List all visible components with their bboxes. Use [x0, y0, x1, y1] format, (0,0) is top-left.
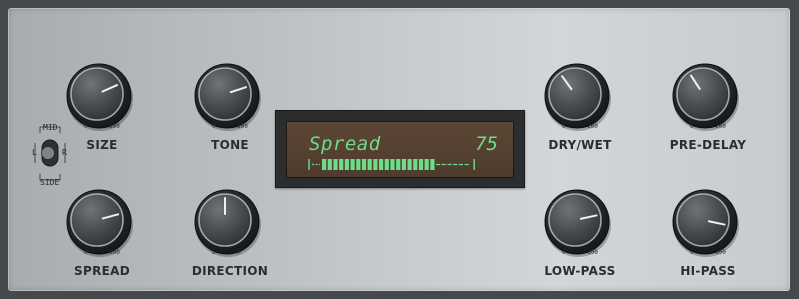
low-pass-scale-max: 100: [587, 249, 598, 256]
low-pass-scale-min: 0: [562, 249, 566, 256]
low-pass-knob[interactable]: 0 100 LOW-PASS: [540, 185, 620, 285]
pre-delay-label: PRE-DELAY: [669, 138, 747, 152]
lcd-parameter-value: 75: [475, 133, 498, 155]
pre-delay-knob[interactable]: 0 100 PRE-DELAY: [668, 59, 748, 159]
direction-scale-min: L: [212, 249, 216, 256]
size-scale-max: 100: [109, 123, 120, 130]
plugin-panel: 0 100 SIZE 0 100 TONE 0 100 SPREAD LR DIREC…: [8, 8, 790, 291]
left-label: L: [32, 148, 37, 157]
low-pass-label: LOW-PASS: [544, 264, 616, 278]
mid-side-switch[interactable]: MID SIDE L R: [32, 123, 68, 187]
size-knob[interactable]: 0 100 SIZE: [62, 59, 142, 159]
spread-scale-min: 0: [84, 249, 88, 256]
direction-knob[interactable]: L R DIRECTION: [190, 185, 270, 285]
hi-pass-scale-min: 0: [690, 249, 694, 256]
dry-wet-knob[interactable]: 0 100 DRY/WET: [540, 59, 620, 159]
spread-label: SPREAD: [74, 264, 130, 278]
direction-label: DIRECTION: [191, 264, 269, 278]
size-scale-min: 0: [84, 123, 88, 130]
hi-pass-label: HI-PASS: [680, 264, 736, 278]
dry-wet-label: DRY/WET: [548, 138, 612, 152]
tone-knob[interactable]: 0 100 TONE: [190, 59, 270, 159]
tone-scale-min: 0: [212, 123, 216, 130]
hi-pass-scale-max: 100: [715, 249, 726, 256]
pre-delay-scale-max: 100: [715, 123, 726, 130]
dry-wet-scale-max: 100: [587, 123, 598, 130]
side-label: SIDE: [40, 178, 60, 187]
spread-knob[interactable]: 0 100 SPREAD: [62, 185, 142, 285]
lcd-level-bar: [308, 159, 475, 170]
lcd-parameter-name: Spread: [309, 133, 381, 155]
mid-label: MID: [43, 123, 58, 132]
spread-scale-max: 100: [109, 249, 120, 256]
right-label: R: [62, 148, 67, 157]
pre-delay-scale-min: 0: [690, 123, 694, 130]
lcd-display-frame: Spread 75: [275, 110, 525, 188]
lcd-screen: Spread 75: [286, 121, 514, 178]
dry-wet-scale-min: 0: [562, 123, 566, 130]
direction-scale-max: R: [237, 249, 241, 256]
hi-pass-knob[interactable]: 0 100 HI-PASS: [668, 185, 748, 285]
tone-scale-max: 100: [237, 123, 248, 130]
